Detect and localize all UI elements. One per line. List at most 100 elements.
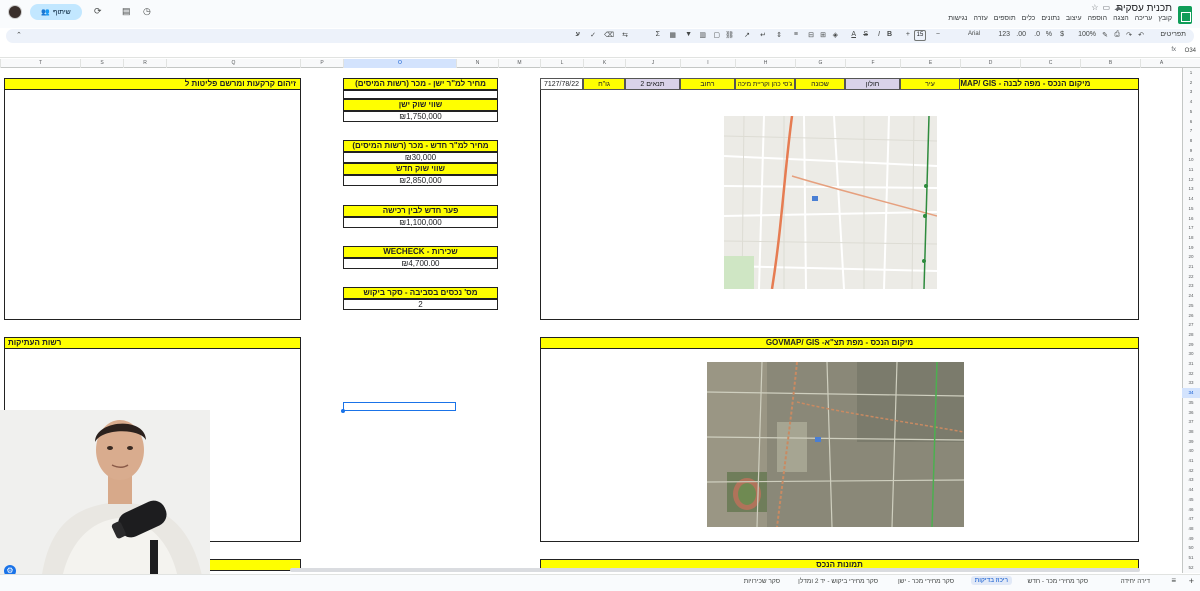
number-format-button[interactable]: 123 xyxy=(998,31,1010,38)
meet-icon[interactable]: ⟳ xyxy=(94,6,102,17)
new-market-label[interactable]: שווי שוק חדש xyxy=(343,163,498,175)
city-label-cell[interactable]: עיר xyxy=(900,78,960,90)
column-header[interactable]: C xyxy=(1020,59,1080,68)
name-box[interactable]: O34 xyxy=(1185,48,1196,54)
row-header[interactable]: 12 xyxy=(1182,175,1200,185)
row-header[interactable]: 3 xyxy=(1182,87,1200,97)
row-header[interactable]: 36 xyxy=(1182,408,1200,418)
version-history-icon[interactable]: ◷ xyxy=(143,6,151,17)
old-market-label[interactable]: שווי שוק ישן xyxy=(343,99,498,111)
row-header[interactable]: 28 xyxy=(1182,330,1200,340)
row-header[interactable]: 38 xyxy=(1182,427,1200,437)
column-header[interactable]: T xyxy=(0,59,80,68)
row-header[interactable]: 31 xyxy=(1182,359,1200,369)
font-size-increase-icon[interactable]: + xyxy=(906,31,910,38)
row-header[interactable]: 8 xyxy=(1182,136,1200,146)
cloud-status-icon[interactable]: ☁ xyxy=(1114,3,1122,12)
horizontal-scrollbar[interactable] xyxy=(290,568,1140,572)
old-price-header[interactable]: מחיר למ"ר ישן - מכר (רשות המיסים) xyxy=(343,78,498,90)
row-header[interactable]: 35 xyxy=(1182,398,1200,408)
sheet-tab-2[interactable]: סקר מחירי מכר - חדש xyxy=(1027,578,1088,585)
city-cell[interactable]: חולון xyxy=(845,78,900,90)
row-header[interactable]: 30 xyxy=(1182,349,1200,359)
column-header[interactable]: A xyxy=(1140,59,1182,68)
font-size-input[interactable]: 15 xyxy=(914,30,926,41)
print-icon[interactable]: ⎙ xyxy=(1114,31,1120,39)
spelling-icon[interactable]: ✓ xyxy=(590,31,596,39)
redo-icon[interactable]: ↷ xyxy=(1126,31,1132,39)
text-wrap-icon[interactable]: ↵ xyxy=(760,31,766,39)
gap-label[interactable]: פער חדש לבין רכישה xyxy=(343,205,498,217)
new-price-value[interactable]: ₪30,000 xyxy=(343,152,498,163)
row-header[interactable]: 16 xyxy=(1182,214,1200,224)
row-header[interactable]: 48 xyxy=(1182,524,1200,534)
row-header[interactable]: 10 xyxy=(1182,155,1200,165)
new-market-value[interactable]: ₪2,850,000 xyxy=(343,175,498,186)
share-button[interactable]: 👥 שיתוף xyxy=(30,4,82,20)
paint-format-icon[interactable]: ✎ xyxy=(1102,31,1108,39)
strikethrough-icon[interactable]: S xyxy=(863,31,868,38)
fill-handle[interactable] xyxy=(341,409,345,413)
column-header[interactable]: E xyxy=(900,59,960,68)
all-sheets-icon[interactable]: ≡ xyxy=(1171,576,1176,585)
row-header[interactable]: 21 xyxy=(1182,262,1200,272)
menu-data[interactable]: נתונים xyxy=(1041,15,1060,22)
row-header[interactable]: 50 xyxy=(1182,543,1200,553)
row-header[interactable]: 15 xyxy=(1182,204,1200,214)
block-parcel-cell[interactable]: 7127/78/22 xyxy=(540,78,583,90)
menu-accessibility[interactable]: נגישות xyxy=(948,15,967,22)
row-header[interactable]: 6 xyxy=(1182,117,1200,127)
text-color-icon[interactable]: A xyxy=(851,31,856,38)
row-header[interactable]: 17 xyxy=(1182,223,1200,233)
menus-search[interactable]: תפריטים xyxy=(1160,31,1186,38)
column-header[interactable]: G xyxy=(795,59,845,68)
column-header[interactable]: F xyxy=(845,59,900,68)
row-header[interactable]: 25 xyxy=(1182,301,1200,311)
row-header[interactable]: 46 xyxy=(1182,505,1200,515)
sheet-tab-4[interactable]: סקר מחירי מכר - ישן xyxy=(898,578,954,585)
row-header[interactable]: 9 xyxy=(1182,146,1200,156)
menu-insert[interactable]: הוספה xyxy=(1088,15,1107,22)
row-header[interactable]: 33 xyxy=(1182,378,1200,388)
row-header[interactable]: 43 xyxy=(1182,475,1200,485)
row-header[interactable]: 22 xyxy=(1182,272,1200,282)
column-header[interactable]: R xyxy=(123,59,166,68)
sheet-tab-5[interactable]: סקר מחירי ביקוש - יד 2 ומדלן xyxy=(798,578,878,585)
column-header[interactable]: S xyxy=(80,59,123,68)
menu-help[interactable]: עזרה xyxy=(973,15,987,22)
column-header[interactable]: L xyxy=(540,59,583,68)
filter-views-icon[interactable]: ▦ xyxy=(669,31,676,39)
decimal-decrease-icon[interactable]: .0 xyxy=(1034,31,1040,38)
row-header[interactable]: 1 xyxy=(1182,68,1200,78)
borders-icon[interactable]: ⊞ xyxy=(820,31,826,39)
land-contamination-header[interactable]: זיהום קרקעות ומרשם פליטות ל xyxy=(4,78,301,90)
column-header[interactable]: I xyxy=(680,59,735,68)
filter-icon[interactable]: ▼ xyxy=(685,31,692,38)
row-header-selected[interactable]: 34 xyxy=(1182,388,1200,399)
column-header[interactable]: P xyxy=(300,59,343,68)
column-header[interactable]: H xyxy=(735,59,795,68)
demand-label[interactable]: מס' נכסים בסביבה - סקר ביקוש xyxy=(343,287,498,299)
row-header[interactable]: 19 xyxy=(1182,243,1200,253)
vertical-align-icon[interactable]: ⇕ xyxy=(776,31,782,39)
sheet-tab-1[interactable]: דירה יחידה xyxy=(1120,578,1150,585)
column-header[interactable]: D xyxy=(960,59,1020,68)
rtl-icon[interactable]: ⇆ xyxy=(622,31,628,39)
insert-comment-icon[interactable]: ▢ xyxy=(713,31,720,39)
old-price-value[interactable] xyxy=(343,90,498,99)
sheet-tab-active[interactable]: ריכוז בדיקות xyxy=(970,576,1012,585)
merge-cells-icon[interactable]: ⊟ xyxy=(808,31,814,39)
column-header[interactable]: M xyxy=(498,59,540,68)
menu-view[interactable]: הצגה xyxy=(1113,15,1129,22)
menu-format[interactable]: עיצוב xyxy=(1066,15,1082,22)
old-market-value[interactable]: ₪1,750,000 xyxy=(343,111,498,122)
star-icon[interactable]: ☆ xyxy=(1091,3,1098,12)
collapse-toolbar-icon[interactable]: ⌃ xyxy=(16,31,22,39)
row-header[interactable]: 23 xyxy=(1182,281,1200,291)
gap-value[interactable]: ₪1,100,000 xyxy=(343,217,498,228)
account-avatar[interactable] xyxy=(8,5,22,19)
row-header[interactable]: 51 xyxy=(1182,553,1200,563)
demand-value[interactable]: 2 xyxy=(343,299,498,310)
column-header[interactable]: K xyxy=(583,59,625,68)
row-header[interactable]: 20 xyxy=(1182,252,1200,262)
